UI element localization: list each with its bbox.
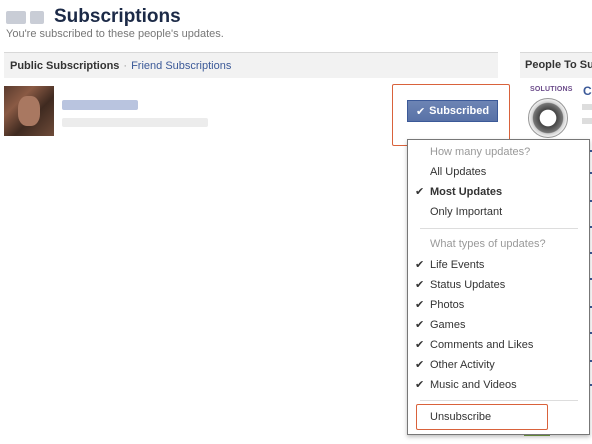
menu-item-photos[interactable]: ✔ Photos [408, 295, 589, 315]
sidebar-title: People To Su [520, 52, 592, 78]
dropdown-divider [420, 400, 578, 401]
menu-item-life-events[interactable]: ✔ Life Events [408, 255, 589, 275]
subscription-tabs: Public Subscriptions · Friend Subscripti… [4, 52, 498, 78]
check-icon: ✔ [415, 359, 425, 371]
subscribed-button[interactable]: ✔ Subscribed [407, 100, 498, 122]
subscribed-button-label: Subscribed [429, 105, 490, 117]
menu-item-all-updates[interactable]: All Updates [408, 162, 589, 182]
sidebar-suggestion-name[interactable]: Ci [583, 84, 592, 98]
page-title: Subscriptions [54, 6, 181, 27]
dropdown-header-how-many: How many updates? [430, 146, 531, 158]
sidebar-logo[interactable] [528, 98, 568, 138]
subscription-settings-dropdown: How many updates? All Updates ✔ Most Upd… [407, 139, 590, 435]
check-icon: ✔ [415, 259, 425, 271]
avatar[interactable] [4, 86, 54, 136]
blurred-subscriber-name[interactable] [62, 100, 138, 110]
menu-item-comments-and-likes[interactable]: ✔ Comments and Likes [408, 335, 589, 355]
dropdown-divider [420, 228, 578, 229]
blurred-user-name [6, 10, 26, 24]
page-subtitle: You're subscribed to these people's upda… [6, 28, 224, 40]
tab-separator: · [123, 59, 128, 72]
sidebar-solutions-label: SOLUTIONS [530, 86, 573, 93]
check-icon: ✔ [415, 279, 425, 291]
annotation-highlight-unsubscribe [416, 404, 548, 430]
check-icon: ✔ [415, 299, 425, 311]
blurred-user-name [30, 10, 44, 24]
menu-item-games[interactable]: ✔ Games [408, 315, 589, 335]
menu-item-music-and-videos[interactable]: ✔ Music and Videos [408, 375, 589, 395]
blurred-subscriber-info [62, 118, 208, 127]
check-icon: ✔ [415, 319, 425, 331]
menu-item-status-updates[interactable]: ✔ Status Updates [408, 275, 589, 295]
tab-public-subscriptions[interactable]: Public Subscriptions [10, 60, 119, 72]
check-icon: ✔ [415, 105, 426, 118]
dropdown-header-types: What types of updates? [430, 238, 546, 250]
check-icon: ✔ [415, 186, 425, 198]
menu-item-most-updates[interactable]: ✔ Most Updates [408, 182, 589, 202]
check-icon: ✔ [415, 339, 425, 351]
check-icon: ✔ [415, 379, 425, 391]
menu-item-other-activity[interactable]: ✔ Other Activity [408, 355, 589, 375]
menu-item-only-important[interactable]: Only Important [408, 202, 589, 222]
tab-friend-subscriptions[interactable]: Friend Subscriptions [131, 60, 231, 72]
